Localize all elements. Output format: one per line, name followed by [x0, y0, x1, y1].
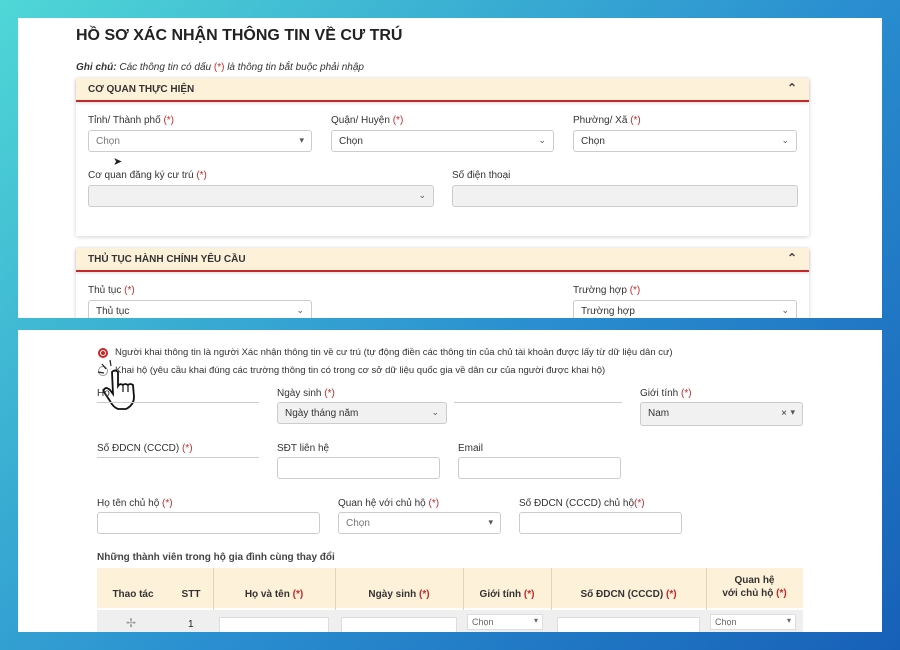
row-relation-select[interactable]: Chọn ▾ — [710, 614, 796, 630]
chevron-down-icon: ⌄ — [431, 407, 439, 417]
chevron-down-icon: ⌄ — [418, 190, 426, 200]
chevron-up-icon[interactable]: ⌃ — [787, 81, 797, 95]
section-agency-title: CƠ QUAN THỰC HIỆN — [88, 84, 195, 95]
ward-label: Phường/ Xã (*) — [573, 115, 641, 126]
agency-label: Cơ quan đăng ký cư trú (*) — [88, 170, 207, 181]
contact-phone-input[interactable] — [277, 457, 440, 479]
extra-input[interactable] — [454, 402, 622, 403]
province-label: Tỉnh/ Thành phố (*) — [88, 115, 174, 126]
chevron-down-icon: ▾ — [488, 517, 493, 527]
radio-self-declarant[interactable] — [98, 348, 108, 358]
district-select[interactable]: Chọn ⌄ — [331, 130, 554, 152]
chevron-down-icon: ▾ — [790, 407, 795, 417]
relation-select[interactable]: Chọn ▾ — [338, 512, 501, 534]
section-agency-header[interactable]: CƠ QUAN THỰC HIỆN ⌃ — [76, 78, 809, 102]
province-select[interactable]: Chọn ▾ — [88, 130, 312, 152]
agency-select[interactable]: ⌄ — [88, 185, 434, 207]
col-gender: Giới tính (*) — [479, 589, 535, 600]
fullname-label: Họ — [97, 388, 110, 399]
note-prefix: Ghi chú: — [76, 62, 117, 73]
chevron-down-icon: ▾ — [299, 135, 304, 145]
procedure-label: Thủ tục (*) — [88, 285, 135, 296]
householder-id-input[interactable] — [519, 512, 682, 534]
chevron-down-icon: ⌄ — [781, 305, 789, 315]
householder-name-label: Họ tên chủ hộ (*) — [97, 498, 173, 509]
move-icon[interactable]: ✢ — [126, 616, 136, 630]
procedure-select[interactable]: Thủ tục ⌄ — [88, 300, 312, 318]
note-text-b: là thông tin bắt buộc phải nhập — [227, 62, 364, 73]
id-number-input[interactable] — [97, 457, 259, 458]
ward-select[interactable]: Chọn ⌄ — [573, 130, 797, 152]
case-label: Trường hợp (*) — [573, 285, 641, 296]
chevron-up-icon[interactable]: ⌃ — [787, 251, 797, 265]
chevron-down-icon: ⌄ — [296, 305, 304, 315]
row-gender-select[interactable]: Chọn ▾ — [467, 614, 543, 630]
gender-select[interactable]: Nam × ▾ — [640, 402, 803, 426]
phone-label: Số điện thoại — [452, 170, 511, 181]
radio-other-label: Khai hộ (yêu cầu khai đúng các trường th… — [115, 365, 606, 376]
dob-select[interactable]: Ngày tháng năm ⌄ — [277, 402, 447, 424]
note-text-a: Các thông tin có dấu — [119, 62, 212, 73]
chevron-down-icon: ▾ — [786, 616, 791, 625]
relation-label: Quan hệ với chủ hộ (*) — [338, 498, 440, 509]
fullname-input[interactable] — [97, 402, 259, 403]
chevron-down-icon: ⌄ — [781, 135, 789, 145]
radio-self-label: Người khai thông tin là người Xác nhận t… — [115, 347, 673, 358]
hand-pointer-icon — [97, 359, 135, 410]
required-note: Ghi chú: Các thông tin có dấu (*) là thô… — [76, 62, 364, 73]
id-number-label: Số ĐDCN (CCCD) (*) — [97, 443, 193, 454]
members-title: Những thành viên trong hộ gia đình cùng … — [97, 552, 335, 563]
section-procedure-title: THỦ TỤC HÀNH CHÍNH YÊU CẦU — [88, 254, 246, 265]
col-relation: Quan hệ với chủ hộ (*) — [722, 575, 787, 599]
row-fullname-input[interactable] — [219, 617, 329, 632]
chevron-down-icon: ▾ — [533, 616, 538, 625]
gender-label: Giới tính (*) — [640, 388, 692, 399]
col-action: Thao tác — [112, 589, 154, 600]
declarant-form-panel: Người khai thông tin là người Xác nhận t… — [18, 330, 882, 632]
row-stt: 1 — [188, 619, 194, 630]
householder-id-label: Số ĐDCN (CCCD) chủ hộ(*) — [519, 498, 645, 509]
page-title: HỒ SƠ XÁC NHẬN THÔNG TIN VỀ CƯ TRÚ — [76, 27, 403, 44]
row-id-input[interactable] — [557, 617, 700, 632]
section-procedure-header[interactable]: THỦ TỤC HÀNH CHÍNH YÊU CẦU ⌃ — [76, 248, 809, 272]
contact-phone-label: SĐT liên hệ — [277, 443, 330, 454]
clear-icon[interactable]: × — [781, 408, 787, 419]
householder-name-input[interactable] — [97, 512, 320, 534]
chevron-down-icon: ⌄ — [538, 135, 546, 145]
col-stt: STT — [181, 589, 201, 600]
dob-label: Ngày sinh (*) — [277, 388, 335, 399]
col-fullname: Họ và tên (*) — [244, 589, 304, 600]
col-dob: Ngày sinh (*) — [368, 589, 430, 600]
district-label: Quận/ Huyện (*) — [331, 115, 404, 126]
residence-form-panel: HỒ SƠ XÁC NHẬN THÔNG TIN VỀ CƯ TRÚ Ghi c… — [18, 18, 882, 318]
members-table-header — [97, 568, 803, 608]
row-dob-input[interactable] — [341, 617, 457, 632]
case-select[interactable]: Trường hợp ⌄ — [573, 300, 797, 318]
mouse-cursor-icon: ➤ — [113, 156, 123, 168]
col-id: Số ĐDCN (CCCD) (*) — [580, 589, 677, 600]
email-input[interactable] — [458, 457, 621, 479]
phone-input[interactable] — [452, 185, 798, 207]
email-label: Email — [458, 443, 484, 454]
note-req-mark: (*) — [213, 62, 225, 73]
